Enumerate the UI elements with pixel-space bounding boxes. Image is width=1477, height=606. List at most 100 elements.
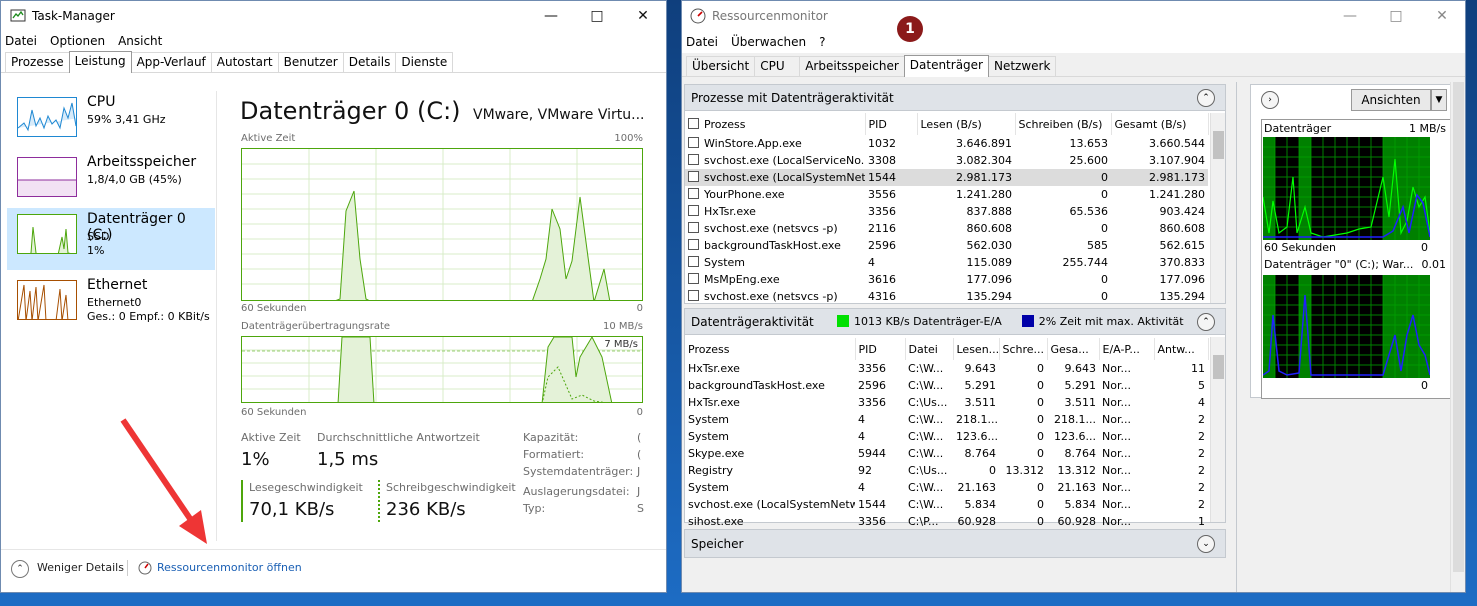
tab-arbeitsspeicher[interactable]: Arbeitsspeicher bbox=[799, 56, 905, 76]
row-checkbox[interactable] bbox=[688, 171, 699, 182]
row-checkbox[interactable] bbox=[688, 290, 699, 301]
title-bar[interactable]: Task-Manager — □ ✕ bbox=[1, 1, 666, 31]
rm-maximize-button[interactable]: □ bbox=[1373, 1, 1419, 31]
table-row[interactable]: svchost.exe (LocalServiceNo... 3308 3.082.… bbox=[685, 152, 1208, 169]
table-row[interactable]: Registry 92 C:\Us... 0 13.312 13.312 Nor... 2 bbox=[685, 462, 1208, 479]
col-dp-lesen[interactable]: Lesen... bbox=[953, 338, 1000, 360]
col-dp-antwortzeit[interactable]: Antw... bbox=[1154, 338, 1209, 360]
tab-app-verlauf[interactable]: App-Verlauf bbox=[130, 52, 212, 72]
scrollbar-thumb[interactable] bbox=[1213, 131, 1224, 159]
views-dropdown-icon[interactable]: ▼ bbox=[1431, 89, 1447, 111]
table-row[interactable]: backgroundTaskHost.exe 2596 562.030 585 562.… bbox=[685, 237, 1208, 254]
tab-details[interactable]: Details bbox=[342, 52, 397, 72]
table-row[interactable]: Skype.exe 5944 C:\W... 8.764 0 8.764 Nor... 2 bbox=[685, 445, 1208, 462]
sidebar-ethernet-adapter: Ethernet0 bbox=[87, 296, 142, 309]
tab-autostart[interactable]: Autostart bbox=[210, 52, 279, 72]
table-cell: 903.424 bbox=[1159, 205, 1206, 218]
tab-datentraeger[interactable]: Datenträger bbox=[903, 55, 989, 77]
table-row[interactable]: System 4 C:\W... 21.163 0 21.163 Nor... 2 bbox=[685, 479, 1208, 496]
menu-optionen[interactable]: Optionen bbox=[50, 34, 105, 48]
table-cell: 218.1... bbox=[1054, 413, 1096, 426]
select-all-checkbox[interactable] bbox=[688, 117, 699, 129]
storage-panel-header[interactable]: Speicher ⌄ bbox=[684, 529, 1226, 558]
rm-title-bar[interactable]: Ressourcenmonitor — □ ✕ bbox=[682, 1, 1465, 31]
views-button[interactable]: Ansichten bbox=[1351, 89, 1431, 111]
table-row[interactable]: System 4 115.089 255.744 370.833 bbox=[685, 254, 1208, 271]
collapse-chevron-icon[interactable]: ⌃ bbox=[1197, 89, 1215, 107]
table-row[interactable]: HxTsr.exe 3356 C:\W... 9.643 0 9.643 Nor... 11 bbox=[685, 360, 1208, 377]
minimize-button[interactable]: — bbox=[528, 1, 574, 31]
table-cell: 0 bbox=[1037, 430, 1044, 443]
table-row[interactable]: sihost.exe 3356 C:\P... 60.928 0 60.928 Nor...… bbox=[685, 513, 1208, 530]
menu-ansicht[interactable]: Ansicht bbox=[118, 34, 162, 48]
sidebar-item-disk[interactable]: Datenträger 0 (C:) SSD 1% bbox=[7, 208, 215, 270]
row-checkbox[interactable] bbox=[688, 273, 699, 284]
rm-menu-datei[interactable]: Datei bbox=[686, 35, 718, 49]
table-row[interactable]: svchost.exe (LocalSystemNetw... 1544 C:\W.… bbox=[685, 496, 1208, 513]
table-row[interactable]: svchost.exe (netsvcs -p) 4316 135.294 0 135.… bbox=[685, 288, 1208, 305]
scrollbar-thumb[interactable] bbox=[1213, 355, 1224, 379]
col-schreiben[interactable]: Schreiben (B/s) bbox=[1015, 113, 1112, 135]
col-gesamt[interactable]: Gesamt (B/s) bbox=[1111, 113, 1209, 135]
col-dp-pid[interactable]: PID bbox=[855, 338, 906, 360]
table-row[interactable]: System 4 C:\W... 123.6... 0 123.6... Nor... 2 bbox=[685, 428, 1208, 445]
col-dp-schreiben[interactable]: Schre... bbox=[999, 338, 1048, 360]
less-details-link[interactable]: Weniger Details bbox=[37, 561, 124, 574]
processes-scrollbar[interactable] bbox=[1210, 113, 1225, 303]
col-lesen[interactable]: Lesen (B/s) bbox=[917, 113, 1016, 135]
rm-close-button[interactable]: ✕ bbox=[1419, 1, 1465, 31]
menu-datei[interactable]: Datei bbox=[5, 34, 37, 48]
disk-activity-scrollbar[interactable] bbox=[1210, 337, 1225, 522]
processes-panel-header[interactable]: Prozesse mit Datenträgeraktivität ⌃ bbox=[684, 84, 1226, 111]
expand-chevron-icon[interactable]: ⌄ bbox=[1197, 535, 1215, 553]
tab-benutzer[interactable]: Benutzer bbox=[277, 52, 344, 72]
row-checkbox[interactable] bbox=[688, 239, 699, 250]
col-pid[interactable]: PID bbox=[865, 113, 918, 135]
row-checkbox[interactable] bbox=[688, 256, 699, 267]
disk-activity-header[interactable]: Datenträgeraktivität 1013 KB/s Datenträg… bbox=[684, 308, 1226, 335]
table-row[interactable]: svchost.exe (netsvcs -p) 2116 860.608 0 860.… bbox=[685, 220, 1208, 237]
sidebar-item-memory[interactable]: Arbeitsspeicher 1,8/4,0 GB (45%) bbox=[7, 151, 215, 213]
table-row[interactable]: HxTsr.exe 3356 C:\Us... 3.511 0 3.511 Nor... 4 bbox=[685, 394, 1208, 411]
col-prozess[interactable]: Prozess bbox=[685, 113, 866, 135]
row-checkbox[interactable] bbox=[688, 188, 699, 199]
table-row[interactable]: YourPhone.exe 3556 1.241.280 0 1.241.280 bbox=[685, 186, 1208, 203]
graph-pane-scrollbar[interactable] bbox=[1450, 82, 1465, 592]
tab-leistung[interactable]: Leistung bbox=[68, 51, 132, 73]
table-cell: 13.653 bbox=[1069, 137, 1109, 150]
table-row[interactable]: HxTsr.exe 3356 837.888 65.536 903.424 bbox=[685, 203, 1208, 220]
chevron-up-icon[interactable]: ⌃ bbox=[11, 560, 29, 578]
row-checkbox[interactable] bbox=[688, 137, 699, 148]
transfer-rate-graph: 7 MB/s bbox=[241, 336, 643, 403]
scrollbar-thumb[interactable] bbox=[1453, 82, 1464, 572]
sidebar-item-ethernet[interactable]: Ethernet Ethernet0 Ges.: 0 Empf.: 0 KBit… bbox=[7, 274, 215, 336]
rm-menu-help[interactable]: ? bbox=[819, 35, 825, 49]
collapse-chevron-icon[interactable]: ⌃ bbox=[1197, 313, 1215, 331]
maximize-button[interactable]: □ bbox=[574, 1, 620, 31]
col-dp-prioritaet[interactable]: E/A-P... bbox=[1099, 338, 1155, 360]
col-dp-prozess[interactable]: Prozess bbox=[685, 338, 856, 360]
table-row[interactable]: WinStore.App.exe 1032 3.646.891 13.653 3.660… bbox=[685, 135, 1208, 152]
open-resource-monitor-link[interactable]: Ressourcenmonitor öffnen bbox=[157, 561, 302, 574]
rm-minimize-button[interactable]: — bbox=[1327, 1, 1373, 31]
rm-menu-ueberwachen[interactable]: Überwachen bbox=[731, 35, 806, 49]
col-dp-gesamt[interactable]: Gesa... bbox=[1047, 338, 1100, 360]
table-row[interactable]: backgroundTaskHost.exe 2596 C:\W... 5.291 0 5… bbox=[685, 377, 1208, 394]
close-button[interactable]: ✕ bbox=[620, 1, 666, 31]
collapse-pane-icon[interactable]: › bbox=[1261, 91, 1279, 109]
table-row[interactable]: MsMpEng.exe 3616 177.096 0 177.096 bbox=[685, 271, 1208, 288]
row-checkbox[interactable] bbox=[688, 154, 699, 165]
col-dp-datei[interactable]: Datei bbox=[905, 338, 954, 360]
rm-tab-strip: Übersicht CPU Arbeitsspeicher Datenträge… bbox=[682, 53, 1465, 77]
table-row[interactable]: svchost.exe (LocalSystemNet... 1544 2.981.… bbox=[685, 169, 1208, 186]
tab-netzwerk[interactable]: Netzwerk bbox=[987, 56, 1057, 76]
row-checkbox[interactable] bbox=[688, 205, 699, 216]
table-row[interactable]: System 4 C:\W... 218.1... 0 218.1... Nor... 2 bbox=[685, 411, 1208, 428]
sidebar-item-cpu[interactable]: CPU 59% 3,41 GHz bbox=[7, 91, 215, 153]
tab-uebersicht[interactable]: Übersicht bbox=[686, 56, 756, 76]
table-cell: 3.646.891 bbox=[956, 137, 1012, 150]
tab-cpu[interactable]: CPU bbox=[754, 56, 801, 76]
tab-dienste[interactable]: Dienste bbox=[395, 52, 454, 72]
row-checkbox[interactable] bbox=[688, 222, 699, 233]
tab-prozesse[interactable]: Prozesse bbox=[5, 52, 70, 72]
